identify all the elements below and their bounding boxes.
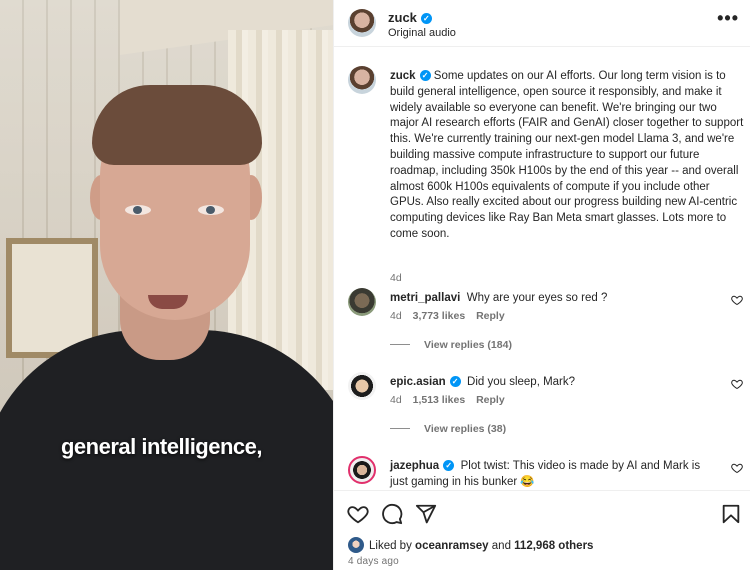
comment-icon[interactable] bbox=[381, 503, 403, 525]
author-avatar[interactable] bbox=[348, 66, 376, 94]
caption-text: zuck ✓ Some updates on our AI efforts. Ou… bbox=[390, 69, 745, 243]
commenter-username[interactable]: metri_pallavi bbox=[390, 292, 460, 304]
person-hair bbox=[92, 85, 262, 165]
heart-icon[interactable] bbox=[731, 378, 743, 390]
comment-text: metri_pallavi Why are your eyes so red ? bbox=[390, 291, 720, 307]
post-timestamp[interactable]: 4 days ago bbox=[348, 556, 399, 567]
heart-icon[interactable] bbox=[731, 462, 743, 474]
verified-badge-icon: ✓ bbox=[419, 70, 431, 81]
comment-meta: 4d 1,513 likes Reply bbox=[390, 394, 513, 406]
comment-text: jazephua ✓ Plot twist: This video is made… bbox=[390, 459, 720, 490]
liked-by-and: and bbox=[491, 540, 511, 552]
comment-text: epic.asian ✓ Did you sleep, Mark? bbox=[390, 375, 720, 391]
comment-meta: 4d 3,773 likes Reply bbox=[390, 310, 513, 322]
person-eye-left bbox=[125, 205, 151, 215]
commenter-avatar[interactable] bbox=[348, 288, 376, 316]
comment-age: 4d bbox=[390, 310, 402, 322]
reel-video[interactable]: general intelligence, bbox=[0, 0, 333, 570]
liked-by-others[interactable]: 112,968 others bbox=[514, 540, 593, 552]
author-avatar[interactable] bbox=[348, 9, 376, 37]
verified-badge-icon: ✓ bbox=[420, 13, 432, 24]
commenter-username[interactable]: jazephua bbox=[390, 460, 439, 472]
share-icon[interactable] bbox=[415, 503, 437, 525]
post-sidebar: zuck ✓ Original audio ••• zuck ✓ Some upda… bbox=[333, 0, 750, 570]
caption-username[interactable]: zuck bbox=[390, 70, 416, 82]
liked-by-user[interactable]: oceanramsey bbox=[415, 540, 489, 552]
reply-button[interactable]: Reply bbox=[476, 394, 505, 406]
commenter-avatar[interactable] bbox=[348, 456, 376, 484]
liker-avatar bbox=[348, 537, 364, 553]
likes-summary[interactable]: Liked by oceanramsey and 112,968 others bbox=[348, 537, 593, 553]
caption-body: Some updates on our AI efforts. Our long… bbox=[390, 70, 744, 240]
comment-body: Why are your eyes so red ? bbox=[466, 292, 608, 304]
comment-age: 4d bbox=[390, 394, 402, 406]
verified-badge-icon: ✓ bbox=[443, 460, 455, 471]
comment-likes[interactable]: 3,773 likes bbox=[413, 310, 466, 322]
video-caption: general intelligence, bbox=[60, 434, 263, 459]
liked-by-prefix: Liked by bbox=[369, 540, 412, 552]
more-options-icon[interactable]: ••• bbox=[717, 8, 739, 29]
bookmark-icon[interactable] bbox=[720, 503, 742, 525]
author-username-text[interactable]: zuck bbox=[388, 10, 417, 25]
post-header: zuck ✓ Original audio ••• bbox=[334, 0, 750, 47]
audio-label[interactable]: Original audio bbox=[388, 27, 456, 39]
verified-badge-icon: ✓ bbox=[449, 376, 461, 387]
commenter-username[interactable]: epic.asian bbox=[390, 376, 446, 388]
view-replies-button[interactable]: View replies (184) bbox=[390, 339, 512, 351]
reply-button[interactable]: Reply bbox=[476, 310, 505, 322]
author-username[interactable]: zuck ✓ bbox=[388, 10, 432, 25]
heart-icon[interactable] bbox=[347, 503, 369, 525]
comment-body: Did you sleep, Mark? bbox=[467, 376, 576, 388]
post-actions-footer: Liked by oceanramsey and 112,968 others … bbox=[334, 490, 750, 570]
heart-icon[interactable] bbox=[731, 294, 743, 306]
comment-likes[interactable]: 1,513 likes bbox=[413, 394, 466, 406]
caption-age: 4d bbox=[390, 272, 402, 284]
commenter-avatar[interactable] bbox=[348, 372, 376, 400]
view-replies-button[interactable]: View replies (38) bbox=[390, 423, 506, 435]
person-eye-right bbox=[198, 205, 224, 215]
comments-scroll[interactable]: zuck ✓ Some updates on our AI efforts. Ou… bbox=[334, 48, 750, 490]
picture-frame-inner bbox=[12, 244, 92, 352]
